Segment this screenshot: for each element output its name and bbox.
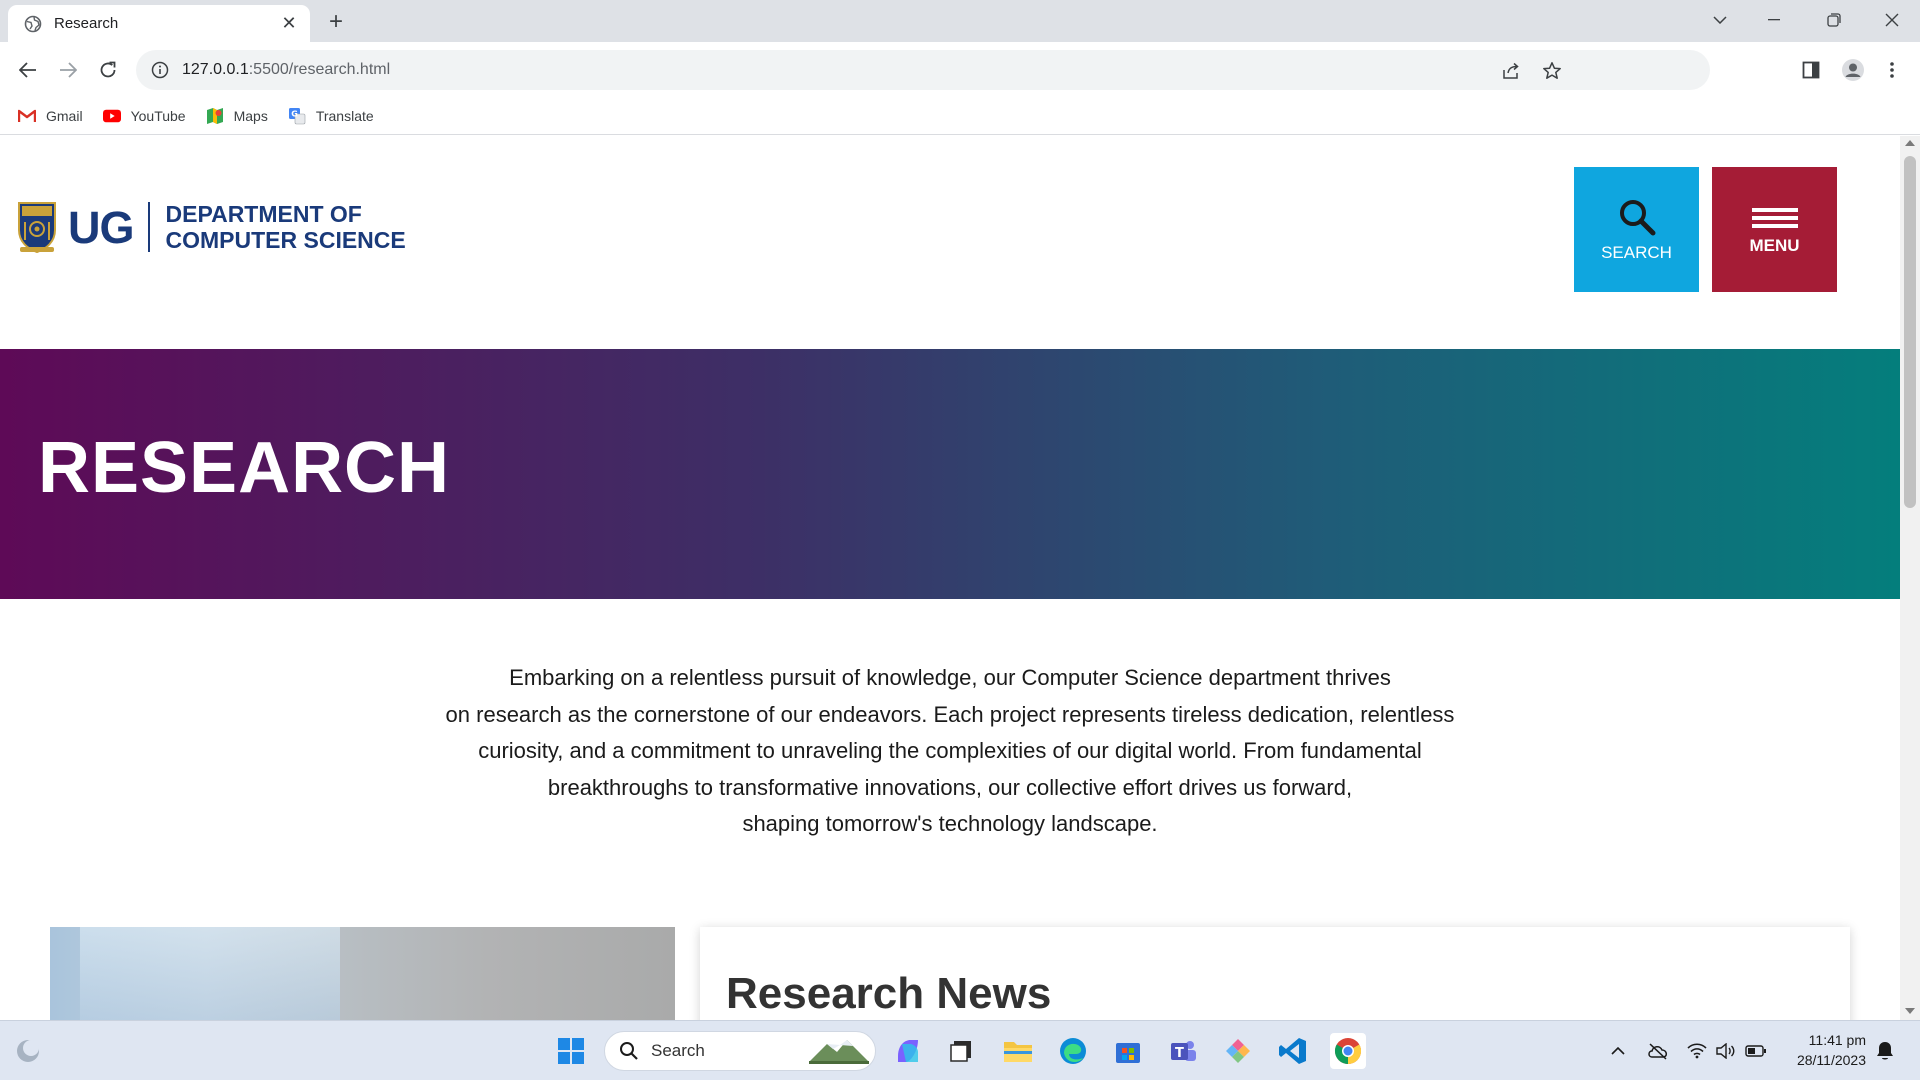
intro-line: on research as the cornerstone of our en…: [445, 701, 1455, 727]
intro-line: Embarking on a relentless pursuit of kno…: [509, 665, 1391, 690]
wifi-icon[interactable]: [1685, 1039, 1709, 1063]
pinned-app-icon[interactable]: [1220, 1033, 1256, 1069]
page-title: RESEARCH: [38, 428, 451, 508]
site-info-icon[interactable]: [150, 60, 170, 80]
taskbar-search[interactable]: Search: [604, 1031, 876, 1071]
restore-button[interactable]: [1814, 4, 1854, 36]
chrome-icon[interactable]: [1330, 1033, 1366, 1069]
bookmark-youtube[interactable]: YouTube: [102, 107, 186, 125]
address-bar[interactable]: 127.0.0.1:5500/research.html: [136, 50, 1710, 90]
minimize-button[interactable]: [1754, 4, 1794, 36]
file-explorer-icon[interactable]: [1000, 1033, 1036, 1069]
tab-search-chevron-icon[interactable]: [1700, 4, 1740, 36]
taskbar-clock[interactable]: 11:41 pm 28/11/2023: [1782, 1030, 1866, 1070]
notification-bell-icon[interactable]: [1873, 1039, 1897, 1063]
research-image: [50, 927, 675, 1020]
show-hidden-icons-chevron-icon[interactable]: [1606, 1039, 1630, 1063]
department-name-line1: DEPARTMENT OF: [165, 201, 362, 227]
intro-line: curiosity, and a commitment to unravelin…: [478, 738, 1422, 763]
share-icon[interactable]: [1500, 60, 1522, 82]
research-news-heading: Research News: [726, 969, 1052, 1018]
page-scrollbar[interactable]: [1900, 136, 1920, 1020]
svg-text:T: T: [1175, 1046, 1184, 1061]
intro-paragraph: Embarking on a relentless pursuit of kno…: [400, 660, 1500, 843]
department-name: DEPARTMENT OF COMPUTER SCIENCE: [166, 201, 406, 253]
close-tab-icon[interactable]: ✕: [278, 13, 300, 35]
side-panel-icon[interactable]: [1795, 54, 1827, 86]
logo-divider: [147, 202, 150, 252]
start-button[interactable]: [553, 1033, 589, 1069]
scroll-up-arrow-icon[interactable]: [1905, 140, 1915, 146]
intro-line: breakthroughs to transformative innovati…: [547, 774, 1353, 800]
research-news-card: Research News: [700, 927, 1850, 1020]
scroll-down-arrow-icon[interactable]: [1905, 1008, 1915, 1014]
maps-icon: [206, 107, 224, 125]
search-highlight-icon: [809, 1040, 869, 1064]
search-button-label: SEARCH: [1601, 242, 1672, 262]
back-button[interactable]: [12, 54, 44, 86]
taskbar: Search T 11:41 pm 28/11/2023: [0, 1020, 1920, 1080]
svg-text:G: G: [291, 110, 298, 119]
intro-line: shaping tomorrow's technology landscape.: [742, 811, 1158, 836]
scroll-thumb[interactable]: [1904, 156, 1916, 508]
bookmark-gmail[interactable]: Gmail: [18, 107, 83, 125]
clock-date: 28/11/2023: [1796, 1052, 1866, 1068]
taskbar-search-label: Search: [651, 1041, 705, 1060]
weather-widget-icon[interactable]: [10, 1033, 46, 1069]
bookmark-translate[interactable]: G Translate: [288, 107, 374, 125]
department-name-line2: COMPUTER SCIENCE: [165, 227, 406, 253]
hero-banner: RESEARCH: [0, 349, 1900, 599]
teams-icon[interactable]: T: [1165, 1033, 1201, 1069]
globe-icon: [24, 15, 42, 33]
window-blur: [80, 927, 340, 1020]
volume-icon[interactable]: [1714, 1039, 1738, 1063]
browser-toolbar: 127.0.0.1:5500/research.html: [0, 42, 1920, 98]
onedrive-offline-icon[interactable]: [1646, 1039, 1670, 1063]
ug-crest-icon: [18, 202, 56, 254]
site-menu-button[interactable]: MENU: [1712, 167, 1837, 292]
site-search-button[interactable]: SEARCH: [1574, 167, 1699, 292]
gmail-icon: [18, 107, 36, 125]
copilot-icon[interactable]: [890, 1033, 926, 1069]
tab-bar: Research ✕ +: [0, 0, 1920, 42]
bookmark-maps[interactable]: Maps: [206, 107, 268, 125]
profile-avatar-icon[interactable]: [1837, 54, 1869, 86]
browser-tab[interactable]: Research ✕: [8, 5, 310, 42]
new-tab-button[interactable]: +: [322, 8, 350, 36]
logo-ug-text: UG: [68, 201, 134, 253]
bookmarks-bar: Gmail YouTube Maps G Translate: [0, 98, 1920, 135]
forward-button[interactable]: [52, 54, 84, 86]
web-page: UG DEPARTMENT OF COMPUTER SCIENCE SEARCH…: [0, 136, 1900, 1020]
browser-menu-icon[interactable]: [1876, 54, 1908, 86]
search-icon: [620, 1042, 638, 1060]
clock-time: 11:41 pm: [1808, 1032, 1866, 1048]
edge-icon[interactable]: [1055, 1033, 1091, 1069]
translate-icon: G: [288, 107, 306, 125]
url-text: 127.0.0.1:5500/research.html: [182, 61, 391, 78]
close-window-button[interactable]: [1872, 4, 1912, 36]
hamburger-icon: [1751, 204, 1798, 232]
search-icon: [1619, 199, 1655, 235]
battery-icon[interactable]: [1744, 1039, 1768, 1063]
department-logo[interactable]: UG DEPARTMENT OF COMPUTER SCIENCE: [16, 200, 406, 254]
task-view-icon[interactable]: [943, 1033, 979, 1069]
youtube-icon: [102, 107, 121, 125]
reload-button[interactable]: [92, 54, 124, 86]
tab-title: Research: [54, 15, 119, 32]
store-icon[interactable]: [1110, 1033, 1146, 1069]
vscode-icon[interactable]: [1275, 1033, 1311, 1069]
bookmark-star-icon[interactable]: [1541, 60, 1563, 82]
menu-button-label: MENU: [1749, 235, 1800, 255]
